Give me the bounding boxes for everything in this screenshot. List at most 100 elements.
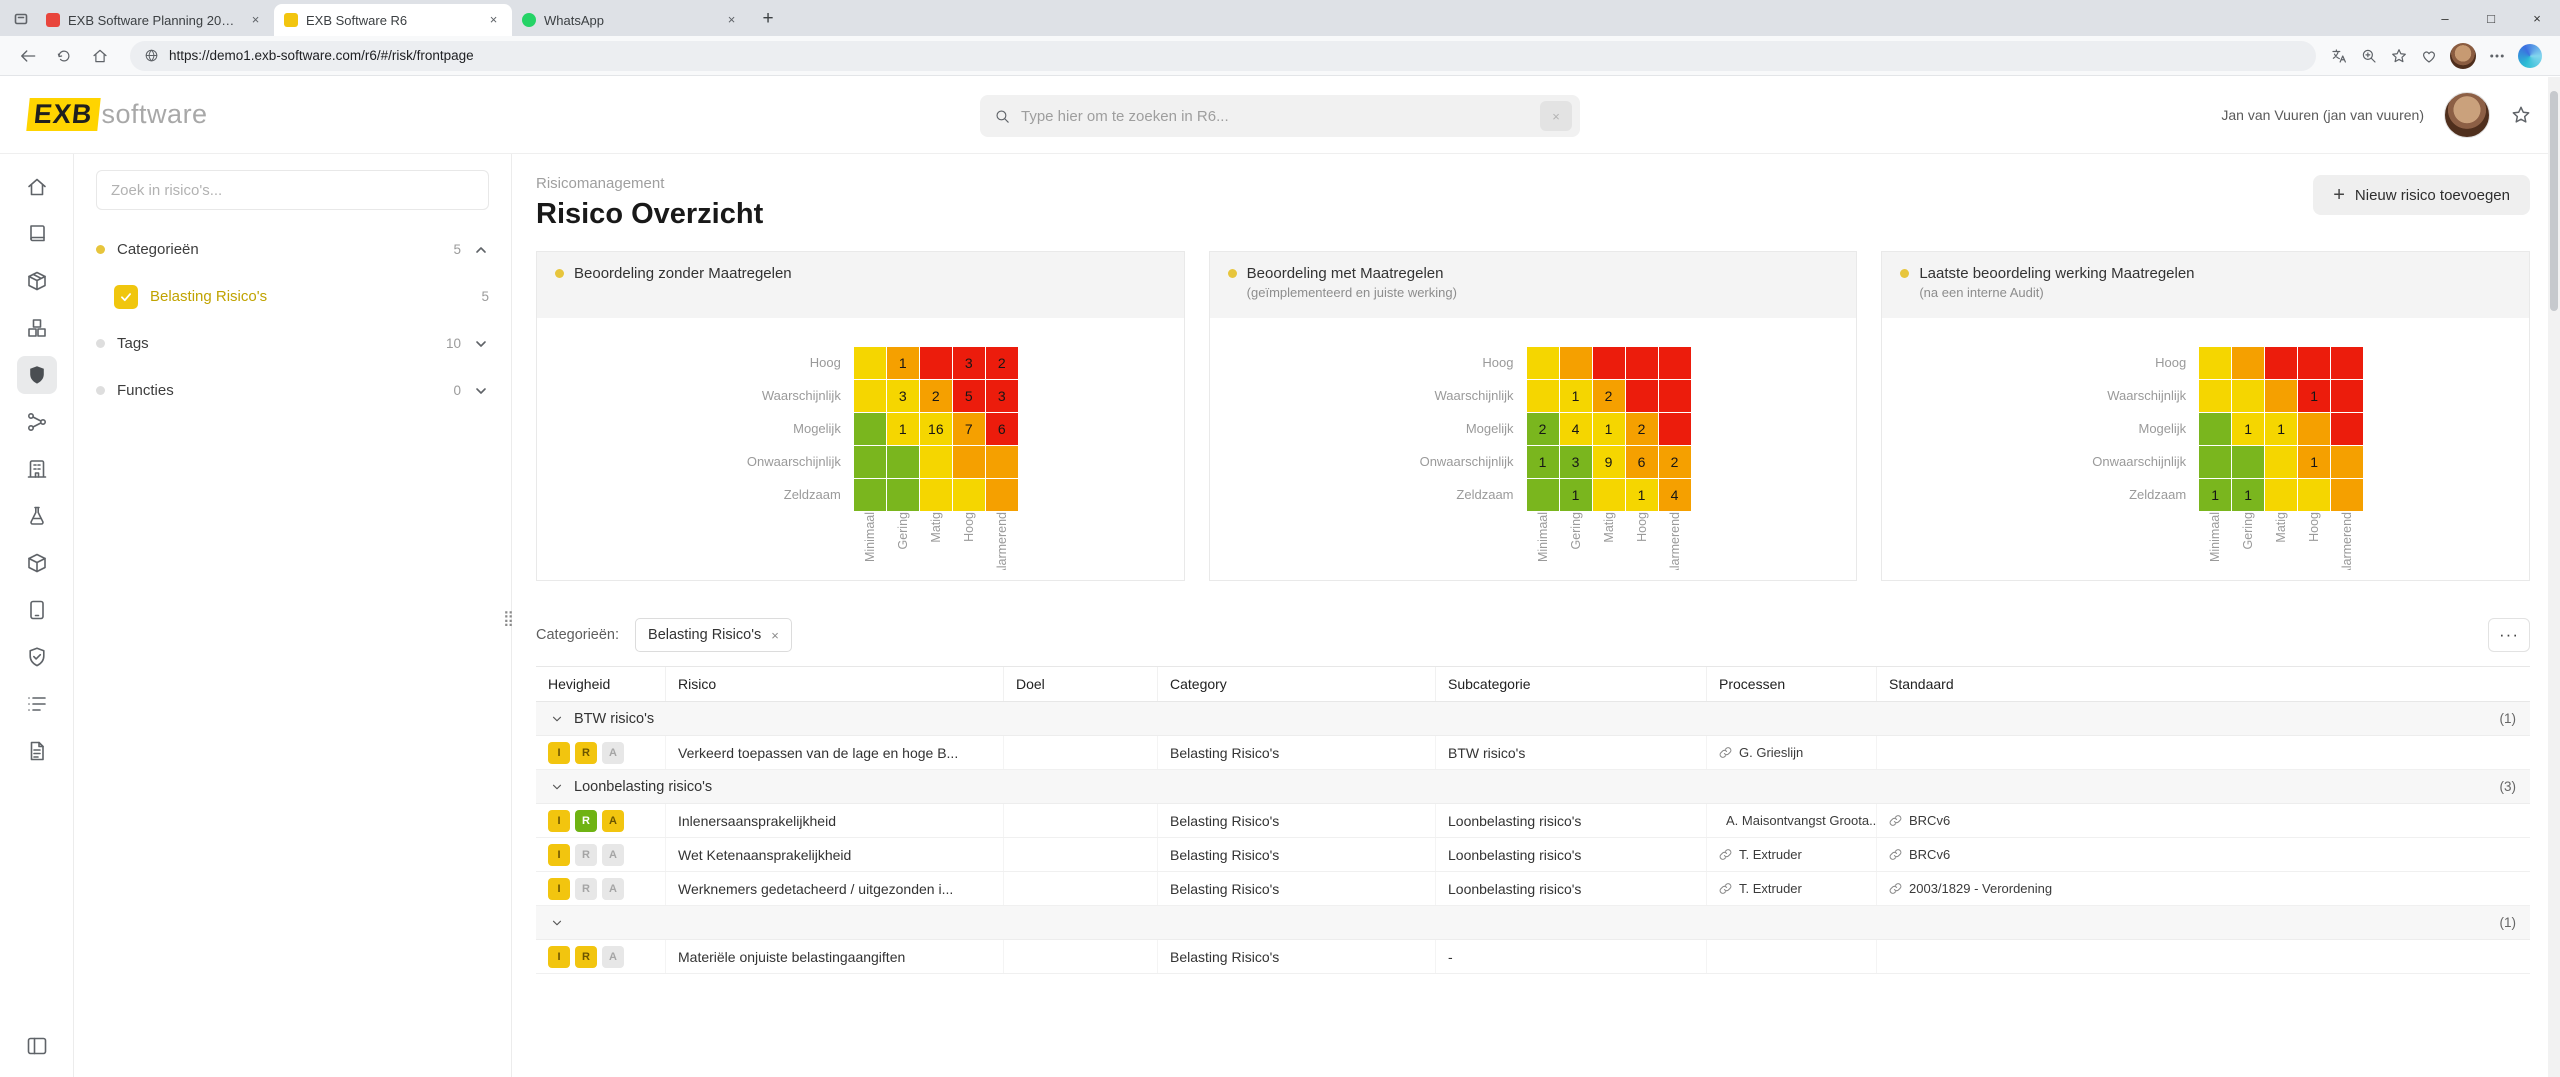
lab-flask-icon[interactable] [17,497,57,535]
column-header[interactable]: Risico [666,667,1004,701]
matrix-cell[interactable]: 1 [1527,446,1559,478]
table-group-row[interactable]: (1) [536,906,2530,940]
matrix-cell[interactable] [2199,413,2231,445]
refresh-button[interactable] [48,40,80,72]
browser-tab-2-active[interactable]: EXB Software R6 × [274,4,512,36]
matrix-cell[interactable]: 5 [953,380,985,412]
standaard-cell[interactable] [1877,940,2530,973]
close-window-button[interactable]: × [2514,0,2560,36]
report-icon[interactable] [17,732,57,770]
sidebar-item-belasting-risicos[interactable]: Belasting Risico's 5 [74,273,511,320]
matrix-cell[interactable] [2331,347,2363,379]
shield-check-icon[interactable] [17,638,57,676]
processen-cell[interactable]: T. Extruder [1707,872,1877,905]
column-header[interactable]: Category [1158,667,1436,701]
drag-handle[interactable]: ⣿ [503,609,514,627]
new-risk-button[interactable]: + Nieuw risico toevoegen [2313,175,2530,215]
zoom-icon[interactable] [2360,47,2378,65]
risk-shield-icon-active[interactable] [17,356,57,394]
matrix-cell[interactable]: 3 [953,347,985,379]
chevron-down-icon[interactable] [550,712,564,726]
matrix-cell[interactable]: 2 [920,380,952,412]
risico-cell[interactable]: Wet Ketenaansprakelijkheid [666,838,1004,871]
matrix-cell[interactable] [986,479,1018,511]
matrix-cell[interactable] [887,446,919,478]
chip-close-icon[interactable]: × [771,628,779,643]
home-button[interactable] [84,40,116,72]
risico-cell[interactable]: Verkeerd toepassen van de lage en hoge B… [666,736,1004,769]
matrix-cell[interactable]: 2 [986,347,1018,379]
favorites-star-icon[interactable] [2390,47,2408,65]
column-header[interactable]: Processen [1707,667,1877,701]
package-icon[interactable] [17,262,57,300]
matrix-cell[interactable]: 1 [2265,413,2297,445]
global-search-input[interactable] [1021,108,1530,125]
matrix-cell[interactable] [1626,347,1658,379]
matrix-cell[interactable]: 1 [1560,380,1592,412]
matrix-cell[interactable] [1659,347,1691,379]
matrix-cell[interactable] [1527,380,1559,412]
matrix-cell[interactable]: 2 [1659,446,1691,478]
new-tab-button[interactable]: + [754,5,782,33]
matrix-cell[interactable] [854,413,886,445]
matrix-cell[interactable] [986,446,1018,478]
matrix-cell[interactable] [854,380,886,412]
matrix-cell[interactable]: 4 [1560,413,1592,445]
table-row[interactable]: IRAInlenersaansprakelijkheidBelasting Ri… [536,804,2530,838]
matrix-cell[interactable]: 16 [920,413,952,445]
cube-icon[interactable] [17,544,57,582]
matrix-cell[interactable] [953,479,985,511]
matrix-cell[interactable] [2232,446,2264,478]
chevron-down-icon[interactable] [550,780,564,794]
sidebar-search-input[interactable] [111,182,474,199]
matrix-cell[interactable]: 4 [1659,479,1691,511]
column-header[interactable]: Subcategorie [1436,667,1707,701]
matrix-cell[interactable] [2265,479,2297,511]
standaard-cell[interactable]: BRCv6 [1877,804,2530,837]
matrix-cell[interactable] [887,479,919,511]
matrix-cell[interactable]: 1 [2298,380,2330,412]
modules-icon[interactable] [17,309,57,347]
processen-cell[interactable]: T. Extruder [1707,838,1877,871]
matrix-cell[interactable] [2199,347,2231,379]
matrix-cell[interactable] [2199,380,2231,412]
risico-cell[interactable]: Werknemers gedetacheerd / uitgezonden i.… [666,872,1004,905]
site-info-icon[interactable] [144,48,159,63]
column-header[interactable]: Doel [1004,667,1158,701]
matrix-cell[interactable] [920,446,952,478]
matrix-cell[interactable]: 1 [2199,479,2231,511]
matrix-cell[interactable]: 1 [1626,479,1658,511]
matrix-cell[interactable] [2298,413,2330,445]
matrix-cell[interactable] [920,347,952,379]
matrix-cell[interactable] [2331,413,2363,445]
more-options-button[interactable]: ··· [2488,618,2530,652]
matrix-cell[interactable]: 2 [1626,413,1658,445]
matrix-cell[interactable] [1626,380,1658,412]
matrix-cell[interactable] [2199,446,2231,478]
matrix-cell[interactable]: 3 [887,380,919,412]
matrix-cell[interactable] [2331,479,2363,511]
notebook-icon[interactable] [17,215,57,253]
tab-close-icon[interactable]: × [247,12,264,29]
tab-close-icon[interactable]: × [485,12,502,29]
matrix-cell[interactable]: 1 [2232,479,2264,511]
browser-tab-3[interactable]: WhatsApp × [512,4,750,36]
address-bar[interactable]: https://demo1.exb-software.com/r6/#/risk… [130,41,2316,71]
matrix-cell[interactable] [1593,479,1625,511]
chevron-down-icon[interactable] [550,916,564,930]
home-icon[interactable] [17,168,57,206]
checkbox-checked-icon[interactable] [114,285,138,309]
building-icon[interactable] [17,450,57,488]
matrix-cell[interactable]: 6 [1626,446,1658,478]
matrix-cell[interactable] [920,479,952,511]
scrollbar-thumb[interactable] [2550,91,2558,311]
matrix-cell[interactable] [2265,380,2297,412]
table-row[interactable]: IRAMateriële onjuiste belastingaangiften… [536,940,2530,974]
chevron-down-icon[interactable] [473,336,489,352]
matrix-cell[interactable] [2298,347,2330,379]
column-header[interactable]: Standaard [1877,667,2530,701]
table-group-row[interactable]: BTW risico's(1) [536,702,2530,736]
page-scrollbar[interactable] [2548,77,2560,1077]
matrix-cell[interactable] [2265,446,2297,478]
translate-icon[interactable] [2330,47,2348,65]
